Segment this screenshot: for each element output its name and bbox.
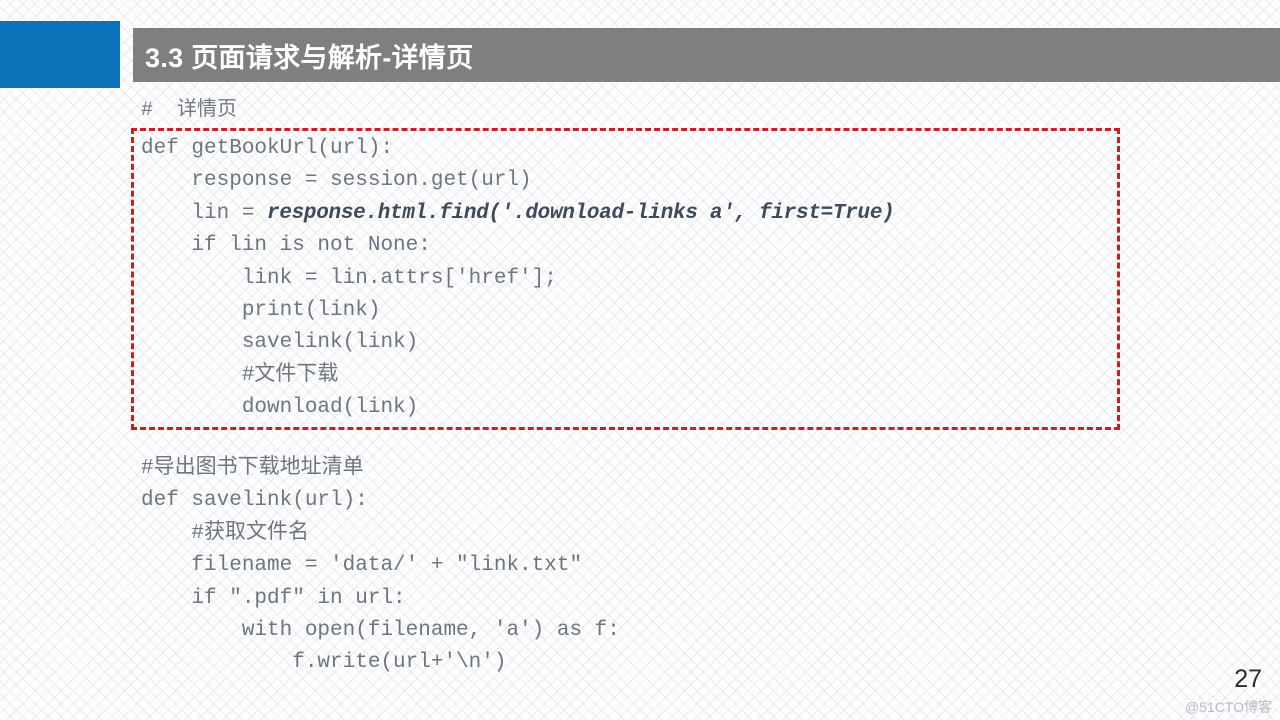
code-block-get-book-url: def getBookUrl(url): response = session.… [141,133,895,425]
page-title: 3.3 页面请求与解析-详情页 [145,42,474,73]
code-line: with open(filename, 'a') as f: [141,618,620,642]
page-number: 27 [1234,665,1262,693]
header-band: 3.3 页面请求与解析-详情页 [133,28,1280,82]
code-line: if ".pdf" in url: [141,586,406,610]
header-accent-block [0,21,120,88]
code-line: if lin is not None: [141,234,431,258]
code-line: lin = response.html.find('.download-link… [141,201,895,225]
slide-canvas: 3.3 页面请求与解析-详情页 # 详情页 def getBookUrl(url… [0,0,1280,720]
code-line: print(link) [141,298,381,322]
code-line: download(link) [141,396,419,420]
code-line: filename = 'data/' + "link.txt" [141,554,583,578]
code-line: response = session.get(url) [141,169,532,193]
code-line: def savelink(url): [141,489,368,513]
code-line: #文件下载 [141,363,339,387]
code-block-savelink: #导出图书下载地址清单 def savelink(url): #获取文件名 fil… [141,453,620,680]
top-comment-line: # 详情页 [141,99,238,122]
code-line: #获取文件名 [141,521,310,545]
code-line: savelink(link) [141,331,419,355]
code-line: def getBookUrl(url): [141,137,394,160]
code-line: #导出图书下载地址清单 [141,457,364,480]
code-token-highlight: response.html.find('.download-links a', … [267,201,895,225]
code-line: link = lin.attrs['href']; [141,266,557,290]
code-line: f.write(url+'\n') [141,651,507,675]
watermark: @51CTO博客 [1184,699,1272,715]
